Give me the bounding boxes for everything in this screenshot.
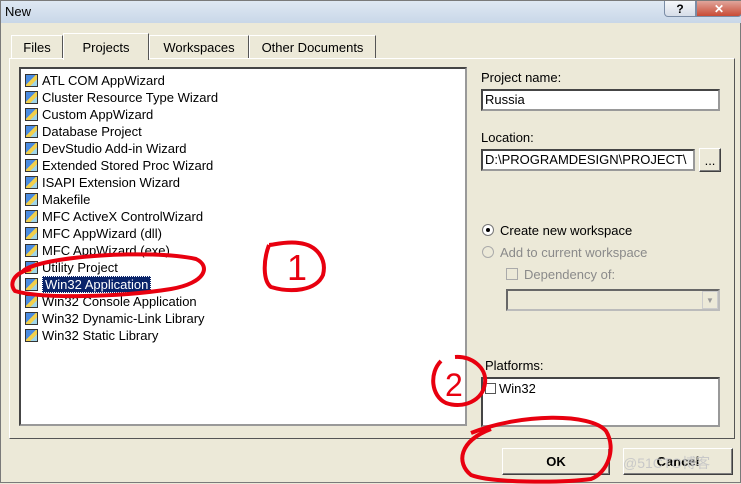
- tab-workspaces[interactable]: Workspaces: [149, 35, 249, 59]
- custom-wizard-icon: [25, 108, 38, 121]
- dll-icon: [25, 312, 38, 325]
- list-item[interactable]: Custom AppWizard: [25, 106, 153, 123]
- cluster-wizard-icon: [25, 91, 38, 104]
- makefile-icon: [25, 193, 38, 206]
- location-label: Location:: [481, 130, 534, 145]
- mfc-exe-icon: [25, 244, 38, 257]
- list-item[interactable]: Win32 Console Application: [25, 293, 197, 310]
- project-type-list[interactable]: ATL COM AppWizard Cluster Resource Type …: [19, 67, 467, 426]
- list-item[interactable]: DevStudio Add-in Wizard: [25, 140, 187, 157]
- win32-app-icon: [25, 278, 38, 291]
- dependency-checkbox[interactable]: [506, 268, 518, 280]
- list-item[interactable]: Win32 Dynamic-Link Library: [25, 310, 205, 327]
- create-new-workspace-label: Create new workspace: [500, 223, 633, 238]
- addin-wizard-icon: [25, 142, 38, 155]
- activex-icon: [25, 210, 38, 223]
- dependency-label: Dependency of:: [524, 267, 616, 282]
- tab-files[interactable]: Files: [11, 35, 63, 59]
- close-button[interactable]: ✕: [696, 1, 741, 17]
- list-item[interactable]: Makefile: [25, 191, 90, 208]
- location-input[interactable]: D:\PROGRAMDESIGN\PROJECT\: [481, 149, 695, 171]
- database-icon: [25, 125, 38, 138]
- title-bar: New ? ✕: [1, 1, 741, 23]
- window-title: New: [5, 4, 32, 19]
- tab-projects[interactable]: Projects: [63, 33, 149, 60]
- help-button[interactable]: ?: [664, 1, 696, 17]
- list-item[interactable]: MFC AppWizard (exe): [25, 242, 170, 259]
- create-new-workspace-radio[interactable]: [482, 224, 494, 236]
- browse-button[interactable]: ...: [699, 148, 721, 172]
- add-to-workspace-label: Add to current workspace: [500, 245, 648, 260]
- chevron-down-icon: ▼: [702, 291, 718, 309]
- list-item[interactable]: Extended Stored Proc Wizard: [25, 157, 213, 174]
- list-item[interactable]: ISAPI Extension Wizard: [25, 174, 180, 191]
- watermark: @51CTO博客: [623, 455, 711, 471]
- tab-other-documents[interactable]: Other Documents: [249, 35, 376, 59]
- ok-button[interactable]: OK: [502, 448, 610, 475]
- list-item[interactable]: Cluster Resource Type Wizard: [25, 89, 218, 106]
- project-name-label: Project name:: [481, 70, 562, 85]
- list-item-selected[interactable]: Win32 Application: [25, 276, 152, 293]
- mfc-dll-icon: [25, 227, 38, 240]
- list-item[interactable]: Utility Project: [25, 259, 118, 276]
- static-lib-icon: [25, 329, 38, 342]
- list-item[interactable]: MFC ActiveX ControlWizard: [25, 208, 203, 225]
- add-to-workspace-radio[interactable]: [482, 246, 494, 258]
- utility-icon: [25, 261, 38, 274]
- new-dialog: New ? ✕ Files Projects Workspaces Other …: [0, 0, 741, 484]
- platform-checkbox-icon: [485, 383, 496, 394]
- dependency-select[interactable]: ▼: [506, 289, 720, 311]
- atl-wizard-icon: [25, 74, 38, 87]
- project-name-input[interactable]: Russia: [481, 89, 720, 111]
- platforms-label: Platforms:: [485, 358, 544, 373]
- platform-item[interactable]: Win32: [485, 381, 536, 396]
- globe-icon: [25, 176, 38, 189]
- console-app-icon: [25, 295, 38, 308]
- list-item[interactable]: MFC AppWizard (dll): [25, 225, 162, 242]
- platforms-list[interactable]: Win32: [481, 377, 720, 427]
- list-item[interactable]: ATL COM AppWizard: [25, 72, 165, 89]
- list-item[interactable]: Database Project: [25, 123, 142, 140]
- list-item[interactable]: Win32 Static Library: [25, 327, 158, 344]
- stored-proc-icon: [25, 159, 38, 172]
